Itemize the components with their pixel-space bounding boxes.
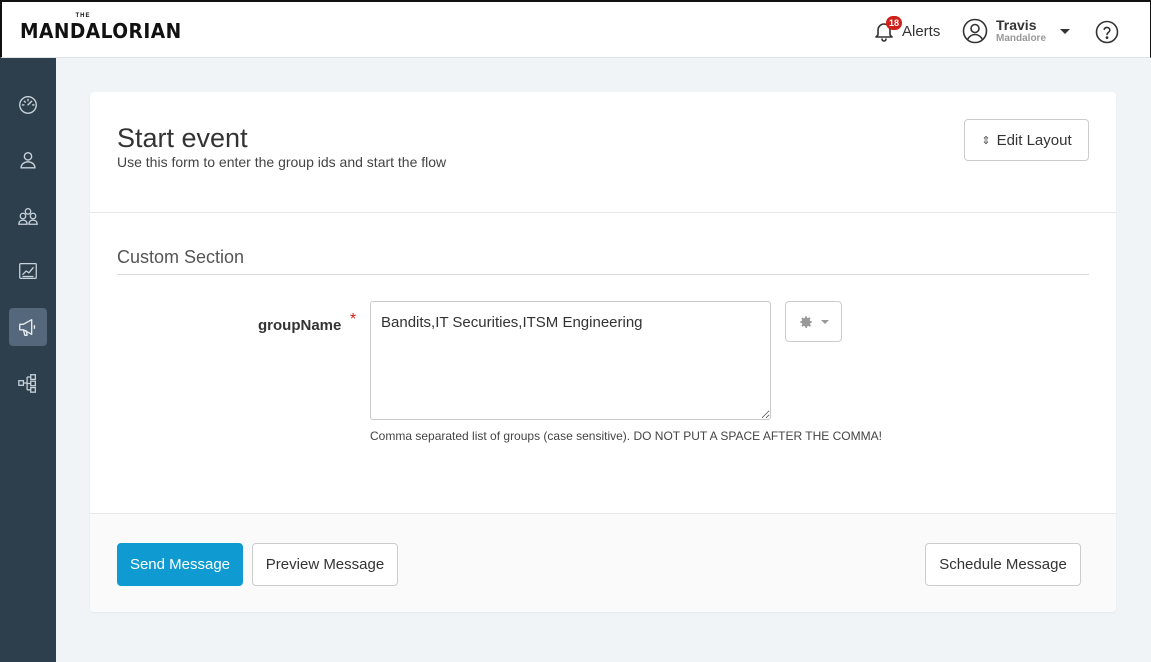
reports-icon bbox=[19, 263, 37, 279]
edit-layout-button[interactable]: ⇕ Edit Layout bbox=[964, 119, 1089, 161]
sidebar-item-reports[interactable] bbox=[9, 252, 47, 290]
sidebar-item-users[interactable] bbox=[9, 141, 47, 179]
top-bar: THE MANDALORIAN 18 Alerts Travis Mandalo… bbox=[0, 0, 1151, 58]
field-settings-button[interactable] bbox=[785, 301, 842, 342]
schedule-message-button[interactable]: Schedule Message bbox=[925, 543, 1081, 586]
alerts-count-badge: 18 bbox=[886, 16, 902, 30]
logo-main-text: MANDALORIAN bbox=[20, 19, 182, 43]
user-org: Mandalore bbox=[996, 33, 1047, 44]
group-name-label: groupName bbox=[258, 317, 342, 334]
help-icon[interactable] bbox=[1095, 20, 1119, 44]
section-title: Custom Section bbox=[117, 247, 245, 267]
required-indicator: * bbox=[350, 311, 357, 328]
megaphone-icon bbox=[19, 318, 36, 336]
card-footer: Send Message Preview Message Schedule Me… bbox=[90, 513, 1116, 612]
user-menu[interactable]: Travis Mandalore bbox=[962, 16, 1071, 46]
sidebar-item-groups[interactable] bbox=[9, 197, 47, 235]
chevron-down-icon bbox=[1060, 28, 1071, 34]
section-divider bbox=[117, 274, 1089, 275]
alerts-label: Alerts bbox=[902, 22, 941, 40]
user-icon bbox=[20, 151, 36, 169]
page-subtitle: Use this form to enter the group ids and… bbox=[117, 154, 447, 170]
sidebar-item-dashboard[interactable] bbox=[9, 85, 47, 123]
page-title: Start event bbox=[117, 123, 248, 153]
sidebar-item-flows[interactable] bbox=[9, 364, 47, 402]
user-name: Travis bbox=[996, 17, 1037, 33]
sort-icon: ⇕ bbox=[981, 134, 991, 147]
start-event-card: Start event Use this form to enter the g… bbox=[90, 92, 1116, 612]
user-names: Travis Mandalore bbox=[996, 18, 1046, 44]
app-logo[interactable]: THE MANDALORIAN bbox=[20, 13, 181, 43]
card-header: Start event Use this form to enter the g… bbox=[90, 92, 1116, 213]
edit-layout-label: Edit Layout bbox=[996, 131, 1072, 149]
sidebar-item-messages[interactable] bbox=[9, 308, 47, 346]
alerts-button[interactable]: 18 Alerts bbox=[872, 16, 941, 44]
user-avatar-icon bbox=[962, 18, 988, 44]
dashboard-icon bbox=[19, 95, 37, 114]
field-help-text: Comma separated list of groups (case sen… bbox=[370, 429, 882, 443]
flow-icon bbox=[18, 374, 36, 393]
send-message-button[interactable]: Send Message bbox=[117, 543, 243, 586]
chevron-down-icon bbox=[820, 319, 829, 324]
sidebar bbox=[0, 58, 56, 662]
group-name-textarea[interactable]: Bandits,IT Securities,ITSM Engineering bbox=[370, 301, 771, 420]
bell-icon: 18 bbox=[872, 16, 902, 43]
groups-icon bbox=[18, 208, 38, 225]
gear-icon bbox=[799, 315, 812, 328]
preview-message-button[interactable]: Preview Message bbox=[252, 543, 398, 586]
